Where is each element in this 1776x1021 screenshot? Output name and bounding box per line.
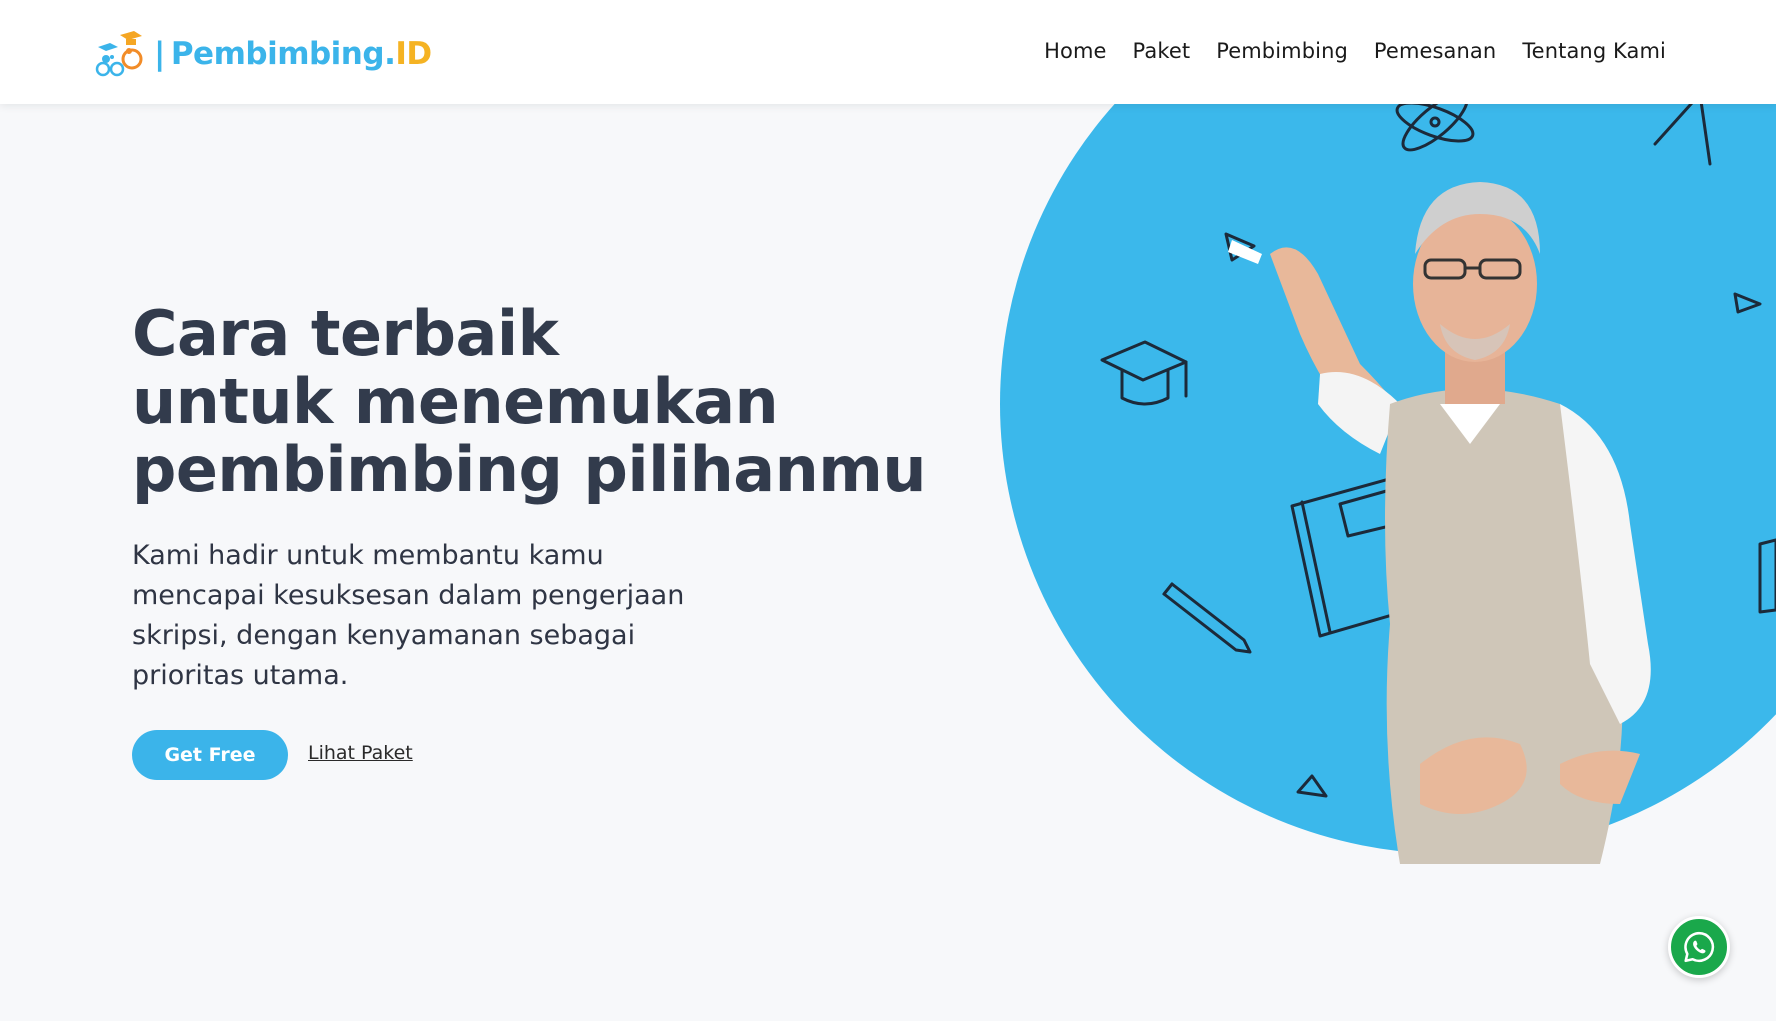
hero-title: Cara terbaik untuk menemukan pembimbing … [132,300,932,504]
nav-pemesanan[interactable]: Pemesanan [1374,36,1496,66]
site-header: | Pembimbing. ID Home Paket Pembimbing Pe… [0,0,1776,104]
hero-subtitle: Kami hadir untuk membantu kamu mencapai … [132,540,685,691]
hero-title-line-2: untuk menemukan [132,365,779,438]
nav-pembimbing[interactable]: Pembimbing [1216,36,1348,66]
hero-illustration [1000,104,1776,864]
site-logo[interactable]: | Pembimbing. ID [92,30,432,78]
whatsapp-button[interactable] [1668,916,1730,978]
hero-title-line-1: Cara terbaik [132,297,559,370]
hero-image [1000,104,1776,864]
mascot-logo-icon [95,31,143,77]
lihat-paket-link[interactable]: Lihat Paket [308,742,413,764]
logo-wordmark: | Pembimbing. ID [154,36,432,72]
logo-text-main: Pembimbing. [170,36,396,72]
logo-text-suffix: ID [395,36,432,72]
logo-divider: | [154,36,165,72]
hero-title-line-3: pembimbing pilihanmu [132,433,927,506]
nav-home[interactable]: Home [1044,36,1106,66]
whatsapp-icon [1684,931,1715,963]
main-nav: Home Paket Pembimbing Pemesanan Tentang … [1044,36,1666,66]
get-free-button[interactable]: Get Free [132,730,288,780]
nav-tentang-kami[interactable]: Tentang Kami [1522,36,1666,66]
nav-paket[interactable]: Paket [1133,36,1191,66]
